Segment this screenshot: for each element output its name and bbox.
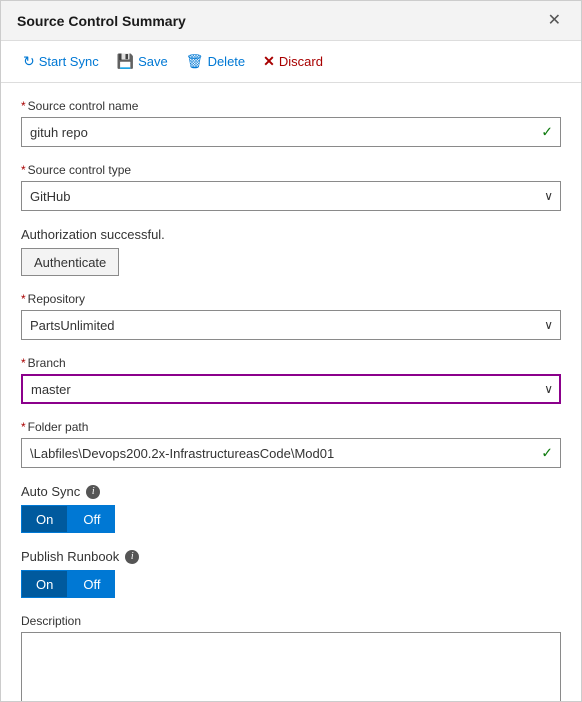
required-star-3: * xyxy=(21,292,26,306)
authenticate-button[interactable]: Authenticate xyxy=(21,248,119,276)
auto-sync-info-icon[interactable]: i xyxy=(86,485,100,499)
branch-group: * Branch master main develop ∨ xyxy=(21,356,561,404)
discard-label: Discard xyxy=(279,54,323,69)
auto-sync-label-row: Auto Sync i xyxy=(21,484,561,499)
repository-label: * Repository xyxy=(21,292,561,306)
folder-path-label: * Folder path xyxy=(21,420,561,434)
delete-icon: 🗑 xyxy=(186,53,204,70)
source-control-dialog: Source Control Summary ✕ ↻ Start Sync 💾 … xyxy=(0,0,582,702)
sync-icon: ↻ xyxy=(23,53,35,70)
check-icon-2: ✓ xyxy=(541,445,553,462)
required-star-4: * xyxy=(21,356,26,370)
auto-sync-label: Auto Sync xyxy=(21,484,80,499)
required-star: * xyxy=(21,99,26,113)
save-icon: 💾 xyxy=(117,53,134,70)
auth-status: Authorization successful. xyxy=(21,227,561,242)
source-control-type-wrapper: GitHub GitLab Bitbucket Azure DevOps ∨ xyxy=(21,181,561,211)
source-control-type-select[interactable]: GitHub GitLab Bitbucket Azure DevOps xyxy=(21,181,561,211)
auto-sync-off-button[interactable]: Off xyxy=(68,505,115,533)
publish-runbook-label: Publish Runbook xyxy=(21,549,119,564)
check-icon: ✓ xyxy=(541,124,553,141)
repository-wrapper: PartsUnlimited Other ∨ xyxy=(21,310,561,340)
auth-section: Authorization successful. Authenticate xyxy=(21,227,561,276)
source-control-type-label: * Source control type xyxy=(21,163,561,177)
discard-button[interactable]: ✕ Discard xyxy=(257,49,329,74)
source-control-name-label: * Source control name xyxy=(21,99,561,113)
start-sync-label: Start Sync xyxy=(39,54,99,69)
repository-group: * Repository PartsUnlimited Other ∨ xyxy=(21,292,561,340)
required-star-2: * xyxy=(21,163,26,177)
close-button[interactable]: ✕ xyxy=(544,11,565,31)
description-input[interactable] xyxy=(21,632,561,701)
required-star-5: * xyxy=(21,420,26,434)
publish-runbook-off-button[interactable]: Off xyxy=(68,570,115,598)
folder-path-group: * Folder path ✓ xyxy=(21,420,561,468)
dialog-title: Source Control Summary xyxy=(17,13,186,29)
publish-runbook-group: Publish Runbook i On Off xyxy=(21,549,561,598)
auto-sync-on-button[interactable]: On xyxy=(21,505,68,533)
publish-runbook-label-row: Publish Runbook i xyxy=(21,549,561,564)
publish-runbook-on-button[interactable]: On xyxy=(21,570,68,598)
source-control-type-group: * Source control type GitHub GitLab Bitb… xyxy=(21,163,561,211)
save-label: Save xyxy=(138,54,168,69)
branch-label: * Branch xyxy=(21,356,561,370)
publish-runbook-toggle: On Off xyxy=(21,570,561,598)
source-control-name-wrapper: ✓ xyxy=(21,117,561,147)
source-control-name-input[interactable] xyxy=(21,117,561,147)
repository-select[interactable]: PartsUnlimited Other xyxy=(21,310,561,340)
source-control-name-group: * Source control name ✓ xyxy=(21,99,561,147)
discard-icon: ✕ xyxy=(263,53,275,70)
form-content: * Source control name ✓ * Source control… xyxy=(1,83,581,701)
branch-wrapper: master main develop ∨ xyxy=(21,374,561,404)
auto-sync-toggle: On Off xyxy=(21,505,561,533)
delete-button[interactable]: 🗑 Delete xyxy=(180,49,251,74)
folder-path-input[interactable] xyxy=(21,438,561,468)
description-label: Description xyxy=(21,614,561,628)
auto-sync-group: Auto Sync i On Off xyxy=(21,484,561,533)
toolbar: ↻ Start Sync 💾 Save 🗑 Delete ✕ Discard xyxy=(1,41,581,83)
description-group: Description xyxy=(21,614,561,701)
start-sync-button[interactable]: ↻ Start Sync xyxy=(17,49,105,74)
save-button[interactable]: 💾 Save xyxy=(111,49,174,74)
delete-label: Delete xyxy=(208,54,246,69)
folder-path-wrapper: ✓ xyxy=(21,438,561,468)
title-bar: Source Control Summary ✕ xyxy=(1,1,581,41)
branch-select[interactable]: master main develop xyxy=(21,374,561,404)
publish-runbook-info-icon[interactable]: i xyxy=(125,550,139,564)
